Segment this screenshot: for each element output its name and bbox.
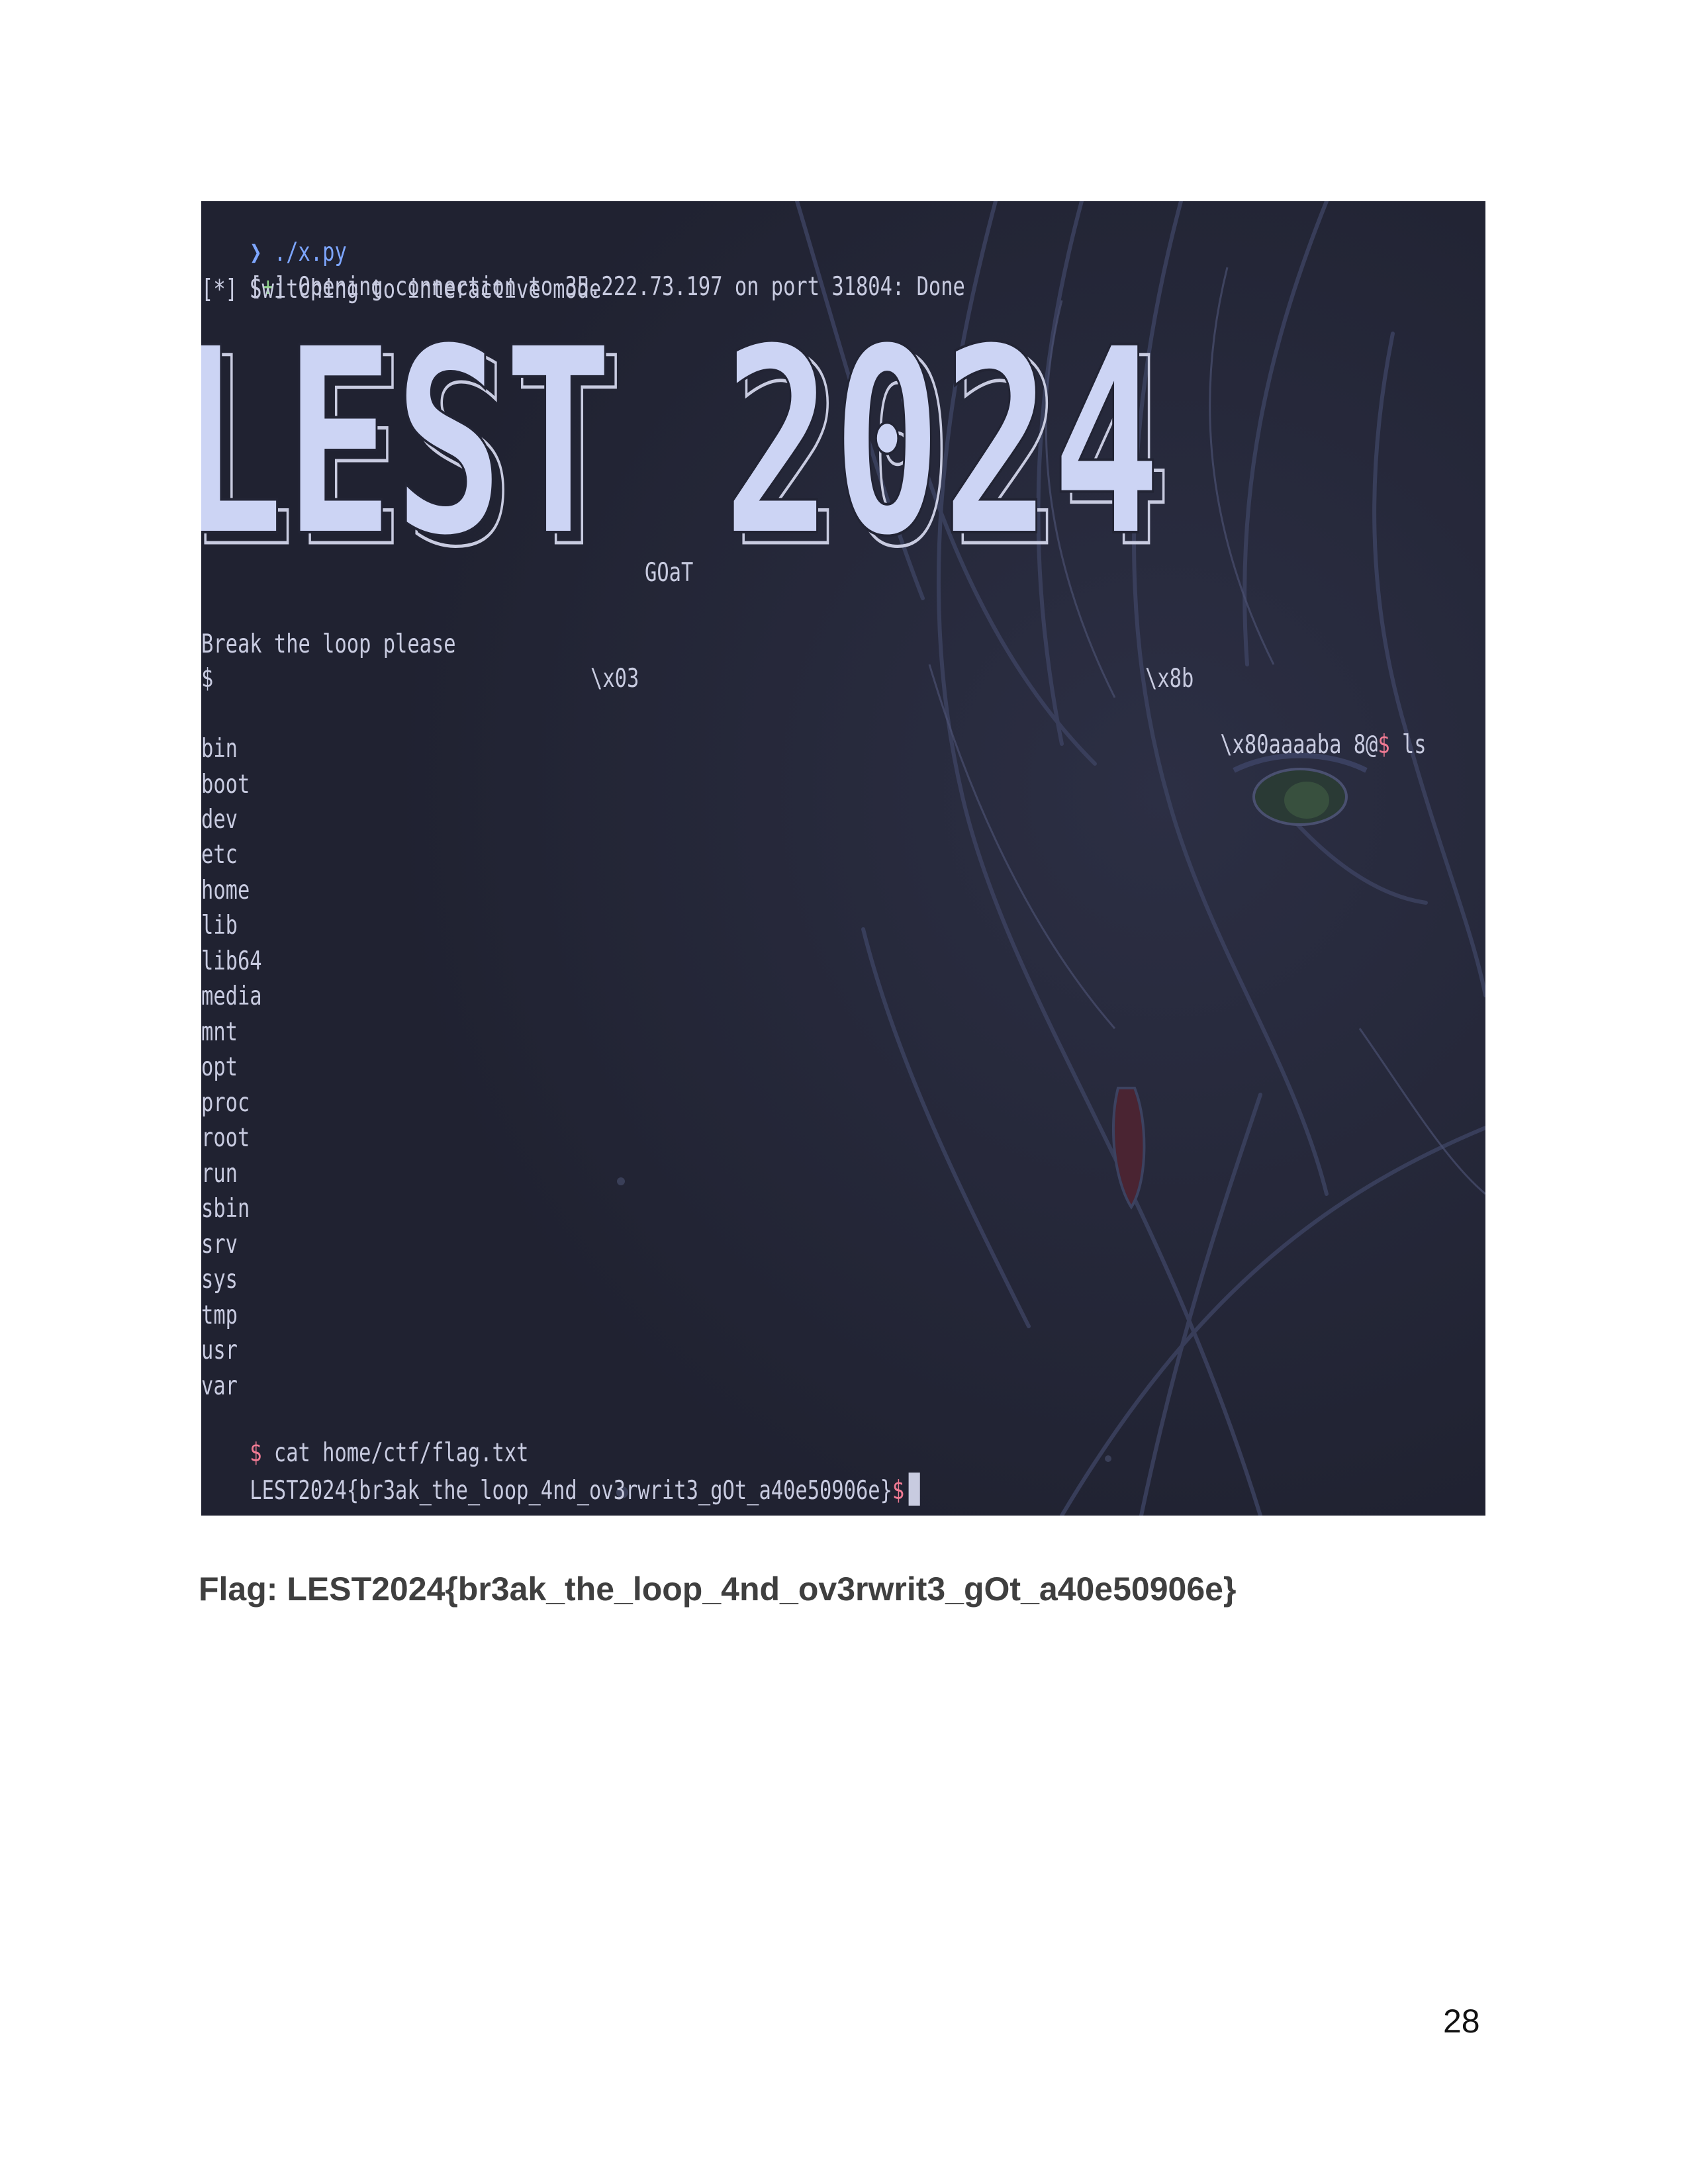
list-item: home	[201, 876, 250, 905]
list-item: mnt	[201, 1017, 238, 1047]
banner-text: LEST 2024	[201, 340, 1161, 559]
list-item: srv	[201, 1230, 238, 1259]
page-number: 28	[1443, 2003, 1480, 2040]
list-item: tmp	[201, 1300, 238, 1330]
list-item: root	[201, 1123, 250, 1153]
terminal-cursor	[908, 1473, 920, 1506]
ls-command: ls	[1389, 730, 1427, 760]
break-loop-prompt: Break the loop please	[201, 629, 456, 659]
list-item: media	[201, 981, 262, 1011]
lest-2024-banner: LEST 2024 LEST 2024	[201, 340, 1174, 559]
list-item: var	[201, 1371, 238, 1401]
list-item: etc	[201, 840, 238, 870]
list-item: sbin	[201, 1194, 250, 1224]
flag-output: LEST2024{br3ak_the_loop_4nd_ov3rwrit3_gO…	[250, 1476, 892, 1506]
dollar-sign: $	[1378, 730, 1390, 760]
list-item: boot	[201, 770, 250, 799]
terminal-screenshot: ❯ ./x.py [+] Opening connection to 35.22…	[201, 201, 1485, 1516]
list-item: dev	[201, 805, 238, 835]
byte-x80-text: \x80aaaaba 8@	[1220, 730, 1378, 760]
dollar-sign: $	[892, 1476, 905, 1506]
goat-label: GOaT	[645, 558, 694, 588]
list-item: lib64	[201, 946, 262, 976]
list-item: sys	[201, 1265, 238, 1295]
list-item: proc	[201, 1088, 250, 1118]
list-item: bin	[201, 734, 238, 764]
dollar-prompt: $	[201, 664, 214, 694]
ls-command-line: \x80aaaaba 8@$ ls	[1172, 698, 1427, 793]
flag-output-line: LEST2024{br3ak_the_loop_4nd_ov3rwrit3_gO…	[201, 1441, 920, 1516]
interactive-mode-line: [*] Switching to interactive mode	[201, 275, 602, 304]
flag-caption: Flag: LEST2024{br3ak_the_loop_4nd_ov3rwr…	[199, 1570, 1237, 1608]
list-item: run	[201, 1159, 238, 1189]
byte-x03: \x03	[590, 664, 639, 694]
list-item: opt	[201, 1052, 238, 1082]
byte-x8b: \x8b	[1145, 664, 1194, 694]
list-item: usr	[201, 1336, 238, 1365]
list-item: lib	[201, 911, 238, 940]
